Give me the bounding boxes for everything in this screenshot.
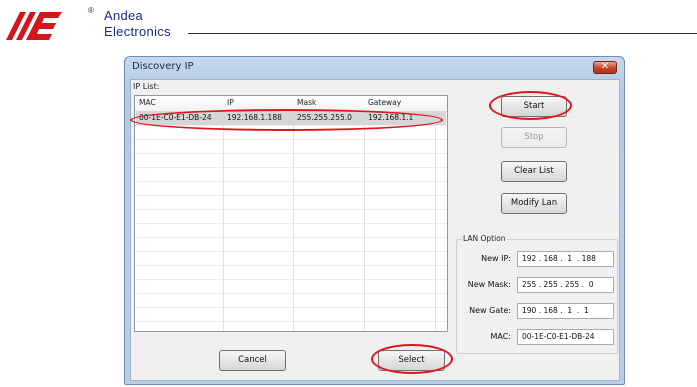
- row-divider: [135, 307, 447, 308]
- andea-logo-icon: [6, 12, 62, 40]
- column-header-mac[interactable]: MAC: [139, 98, 156, 107]
- new-ip-label: New IP:: [481, 254, 511, 263]
- column-divider: [223, 96, 224, 331]
- ip-list-label: IP List:: [133, 82, 160, 91]
- column-header-ip[interactable]: IP: [227, 98, 234, 107]
- row-divider: [135, 195, 447, 196]
- cancel-button[interactable]: Cancel: [219, 350, 286, 371]
- column-divider: [364, 96, 365, 331]
- lan-option-label: LAN Option: [462, 234, 507, 243]
- brand-name-line1: Andea: [104, 8, 144, 23]
- new-ip-field[interactable]: 192 . 168 . 1 . 188: [517, 251, 614, 267]
- row-divider: [135, 265, 447, 266]
- row-divider: [135, 321, 447, 322]
- row-divider: [135, 153, 447, 154]
- mac-label: MAC:: [490, 332, 511, 341]
- close-icon: ✕: [600, 61, 610, 72]
- row-divider: [135, 237, 447, 238]
- row-divider: [135, 279, 447, 280]
- highlight-start-button: [489, 91, 572, 120]
- row-divider: [135, 223, 447, 224]
- row-divider: [135, 251, 447, 252]
- registered-mark: ®: [88, 6, 94, 15]
- row-divider: [135, 167, 447, 168]
- highlight-select-button: [371, 344, 453, 374]
- column-divider: [293, 96, 294, 331]
- new-gate-field[interactable]: 190 . 168 . 1 . 1: [517, 303, 614, 319]
- new-mask-label: New Mask:: [467, 280, 511, 289]
- column-header-gateway[interactable]: Gateway: [368, 98, 401, 107]
- column-header-mask[interactable]: Mask: [297, 98, 316, 107]
- dialog-title: Discovery IP: [132, 61, 194, 72]
- modify-lan-button[interactable]: Modify Lan: [501, 193, 567, 214]
- new-gate-label: New Gate:: [469, 306, 511, 315]
- stop-button[interactable]: Stop: [501, 127, 567, 148]
- brand-name-line2: Electronics: [104, 24, 171, 39]
- highlight-selected-row: [130, 109, 443, 131]
- mac-field[interactable]: 00-1E-C0-E1-DB-24: [517, 329, 614, 345]
- row-divider: [135, 181, 447, 182]
- header-rule: [188, 33, 697, 34]
- row-divider: [135, 209, 447, 210]
- row-divider: [135, 139, 447, 140]
- column-divider: [435, 96, 436, 331]
- close-button[interactable]: ✕: [593, 61, 617, 74]
- row-divider: [135, 293, 447, 294]
- new-mask-field[interactable]: 255 . 255 . 255 . 0: [517, 277, 614, 293]
- clear-list-button[interactable]: Clear List: [501, 161, 567, 182]
